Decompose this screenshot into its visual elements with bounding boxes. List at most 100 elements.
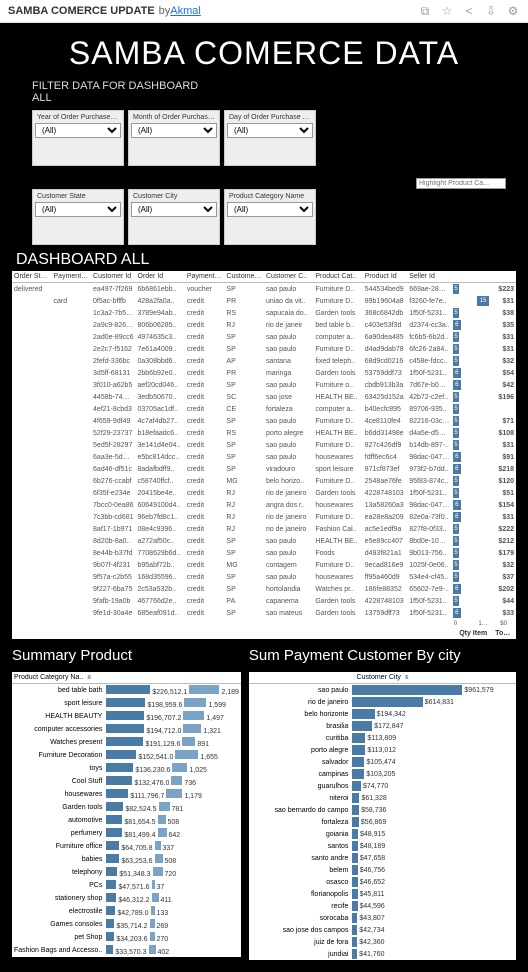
- table-row[interactable]: 9f57a-c2b55168d35596..creditSPsao pauloh…: [12, 571, 516, 583]
- summary-row[interactable]: HEALTH BEAUTY$196,707.21,497: [12, 710, 241, 723]
- column-header[interactable]: Product Cat..: [313, 271, 362, 283]
- city-row[interactable]: campinas$103,205: [249, 768, 516, 780]
- summary-row[interactable]: Fashion Bags and Accesso..$33,570.3402: [12, 944, 241, 957]
- city-row[interactable]: sao bernardo do campo$58,736: [249, 804, 516, 816]
- summary-row[interactable]: housewares$111,796.71,179: [12, 788, 241, 801]
- summary-header[interactable]: Product Category Na.. ≡: [12, 672, 241, 684]
- city-row[interactable]: porto alegre$113,012: [249, 744, 516, 756]
- filter-icon[interactable]: ≡: [405, 675, 409, 681]
- city-row[interactable]: belem$46,756: [249, 864, 516, 876]
- city-row[interactable]: salvador$105,474: [249, 756, 516, 768]
- table-row[interactable]: 4f659-9df494c7af4db27..creditSPsao paulo…: [12, 415, 516, 427]
- city-row[interactable]: florianopolis$45,811: [249, 888, 516, 900]
- summary-row[interactable]: bed table bath$226,512.12,189: [12, 684, 241, 698]
- column-header[interactable]: Order Id: [136, 271, 185, 283]
- summary-row[interactable]: pet Shop$34,203.6270: [12, 931, 241, 944]
- star-icon[interactable]: ☆: [440, 4, 454, 18]
- filter-box[interactable]: Product Category Name(All): [224, 189, 316, 245]
- author-link[interactable]: Akmal: [170, 5, 201, 17]
- city-row[interactable]: sao paulo$961,579: [249, 684, 516, 697]
- summary-row[interactable]: Furniture Decoration$152,541.01,655: [12, 749, 241, 762]
- summary-row[interactable]: toys$136,230.61,025: [12, 762, 241, 775]
- filter-box[interactable]: Month of Order Purchase ...(All): [128, 110, 220, 166]
- city-row[interactable]: guarulhos$74,770: [249, 780, 516, 792]
- table-row[interactable]: 9fafb-19a0b467766d2e..creditPAcapanemaGa…: [12, 595, 516, 607]
- summary-row[interactable]: Watches present$191,129.6891: [12, 736, 241, 749]
- city-header[interactable]: Customer City ≡: [249, 672, 516, 684]
- table-row[interactable]: 3f010-a62b5aef20cd046..creditSPsao paulo…: [12, 379, 516, 391]
- table-row[interactable]: 1c3a2-7b5db3789e94ab..creditRSsapucaia d…: [12, 307, 516, 319]
- share-icon[interactable]: <: [462, 4, 476, 18]
- summary-row[interactable]: sport leisure$198,959.61,599: [12, 697, 241, 710]
- table-row[interactable]: 2fefd-336bc0a308bbd6..creditAPsantanafix…: [12, 355, 516, 367]
- city-row[interactable]: niteroi$61,328: [249, 792, 516, 804]
- table-row[interactable]: 8af17-1b97108e4c9396..creditRJrio de jan…: [12, 523, 516, 535]
- summary-row[interactable]: babies$63,253.6508: [12, 853, 241, 866]
- column-header[interactable]: Order Status: [12, 271, 52, 283]
- filter-icon[interactable]: ≡: [87, 675, 91, 681]
- city-row[interactable]: santo andre$47,658: [249, 852, 516, 864]
- filter-select[interactable]: (All): [227, 123, 313, 138]
- city-row[interactable]: belo horizonte$194,342: [249, 708, 516, 720]
- filter-select[interactable]: (All): [35, 123, 121, 138]
- column-header[interactable]: [452, 271, 477, 283]
- city-row[interactable]: brasilia$172,847: [249, 720, 516, 732]
- link-icon[interactable]: ⧉: [418, 4, 432, 18]
- summary-row[interactable]: electrostile$42,789.0133: [12, 905, 241, 918]
- summary-row[interactable]: Cool Stuff$132,476.0736: [12, 775, 241, 788]
- table-row[interactable]: 8d20b-8a0..a272af50c..creditSPsao pauloH…: [12, 535, 516, 547]
- table-row[interactable]: 7bcc0-0ea8660649100d4..creditRJangra dos…: [12, 499, 516, 511]
- table-row[interactable]: deliveredea497-7f2696b6861ebb..voucherSP…: [12, 283, 516, 296]
- summary-row[interactable]: perfumery$81,499.4642: [12, 827, 241, 840]
- table-row[interactable]: 4458b-7433e3edb50670..creditSCsao joseHE…: [12, 391, 516, 403]
- column-header[interactable]: [491, 271, 516, 283]
- city-row[interactable]: jundiai$41,760: [249, 948, 516, 960]
- column-header[interactable]: Payment Ty..: [185, 271, 225, 283]
- city-row[interactable]: osasco$46,652: [249, 876, 516, 888]
- city-row[interactable]: juiz de fora$42,360: [249, 936, 516, 948]
- download-icon[interactable]: ⇩: [484, 4, 498, 18]
- city-row[interactable]: rio de janeiro$614,831: [249, 696, 516, 708]
- table-row[interactable]: 6b276-ccabfc58740ffcf..creditMGbelo hori…: [12, 475, 516, 487]
- summary-row[interactable]: Garden tools$82,524.5781: [12, 801, 241, 814]
- table-row[interactable]: 2a9c9-82671806b06285..creditRJrio de jan…: [12, 319, 516, 331]
- table-row[interactable]: 7c3bb-cd68196eb7fd8c1..creditRJrio de ja…: [12, 511, 516, 523]
- table-row[interactable]: 5ed5f-282973e141d4e04..creditSPsao paulo…: [12, 439, 516, 451]
- summary-row[interactable]: PCs$47,571.637: [12, 879, 241, 892]
- column-header[interactable]: Payment Ty..: [52, 271, 92, 283]
- table-row[interactable]: 2ad0e-89cc64974635c3..creditSPsao pauloc…: [12, 331, 516, 343]
- filter-select[interactable]: (All): [131, 123, 217, 138]
- settings-icon[interactable]: ⚙: [506, 4, 520, 18]
- table-row[interactable]: 9fe1d-30a4e685eaf091d..creditSPsao mateu…: [12, 607, 516, 619]
- city-row[interactable]: goiania$48,915: [249, 828, 516, 840]
- table-row[interactable]: 6ad46-df51c8adafbdff9..creditSPviradouro…: [12, 463, 516, 475]
- filter-box[interactable]: Customer City(All): [128, 189, 220, 245]
- column-header[interactable]: Product Id: [363, 271, 407, 283]
- column-header[interactable]: Customer S..: [224, 271, 264, 283]
- table-row[interactable]: 9b07f-4f231b95abf72b..creditMGcontagemFu…: [12, 559, 516, 571]
- table-row[interactable]: 6aa3e-5d753e5bc814dcc..creditSPsao paulo…: [12, 451, 516, 463]
- summary-row[interactable]: computer accessories$194,712.01,321: [12, 723, 241, 736]
- search-input[interactable]: [416, 178, 506, 189]
- column-header[interactable]: Customer C..: [264, 271, 313, 283]
- summary-row[interactable]: Furniture office$64,705.8337: [12, 840, 241, 853]
- table-row[interactable]: 4ef21-8cbd303705ac1df..creditCEfortaleza…: [12, 403, 516, 415]
- table-row[interactable]: 8e44b-b37fd7708629b6d..creditSPsao paulo…: [12, 547, 516, 559]
- city-row[interactable]: sorocaba$43,807: [249, 912, 516, 924]
- summary-table[interactable]: Product Category Na.. ≡bed table bath$22…: [12, 672, 241, 957]
- city-row[interactable]: curitiba$113,809: [249, 732, 516, 744]
- data-table[interactable]: Order StatusPayment Ty..Customer IdOrder…: [12, 271, 516, 639]
- filter-box[interactable]: Year of Order Purchase Ti...(All): [32, 110, 124, 166]
- city-row[interactable]: fortaleza$56,869: [249, 816, 516, 828]
- city-table[interactable]: Customer City ≡sao paulo$961,579rio de j…: [249, 672, 516, 960]
- table-row[interactable]: 52f29-23737b18efaadc6..creditRSporto ale…: [12, 427, 516, 439]
- summary-row[interactable]: telephony$51,348.3720: [12, 866, 241, 879]
- filter-box[interactable]: Day of Order Purchase Tim...(All): [224, 110, 316, 166]
- table-row[interactable]: 2e2c7-f51627e61a4009..creditSPsao pauloF…: [12, 343, 516, 355]
- filter-box[interactable]: Customer State(All): [32, 189, 124, 245]
- table-row[interactable]: 6f35f-e234e20415be4e..creditRJrio de jan…: [12, 487, 516, 499]
- city-row[interactable]: sao jose dos campos$42,734: [249, 924, 516, 936]
- summary-row[interactable]: automotive$81,654.5508: [12, 814, 241, 827]
- column-header[interactable]: Seller Id: [407, 271, 451, 283]
- filter-select[interactable]: (All): [227, 202, 313, 217]
